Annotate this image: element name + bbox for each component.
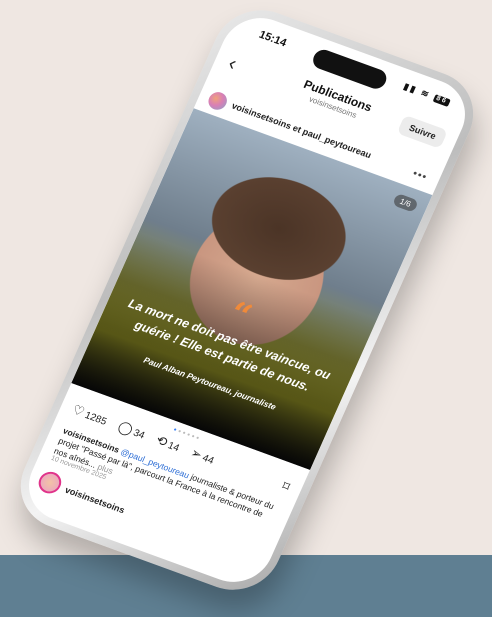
wifi-icon: ≋ bbox=[419, 87, 433, 100]
bookmark-icon[interactable]: ⌑ bbox=[279, 478, 292, 495]
repost-count: 14 bbox=[165, 440, 181, 455]
story-username[interactable]: voisinsetsoins bbox=[63, 485, 126, 516]
carousel-page-badge: 1/6 bbox=[391, 192, 419, 213]
phone-mockup: 15:14 ▮▮ ≋ 86 ‹ Publications voisinsetso… bbox=[5, 0, 489, 603]
battery-icon: 86 bbox=[432, 93, 452, 107]
comment-count: 34 bbox=[131, 427, 147, 442]
more-options-icon[interactable]: ••• bbox=[411, 168, 430, 184]
phone-screen: 15:14 ▮▮ ≋ 86 ‹ Publications voisinsetso… bbox=[16, 7, 478, 593]
like-count: 1285 bbox=[82, 410, 109, 428]
share-count: 44 bbox=[200, 452, 216, 467]
status-time: 15:14 bbox=[256, 28, 289, 50]
signal-icon: ▮▮ bbox=[402, 81, 420, 96]
status-icons: ▮▮ ≋ 86 bbox=[402, 81, 452, 108]
story-avatar[interactable] bbox=[35, 468, 65, 497]
author-avatar[interactable] bbox=[205, 89, 230, 113]
